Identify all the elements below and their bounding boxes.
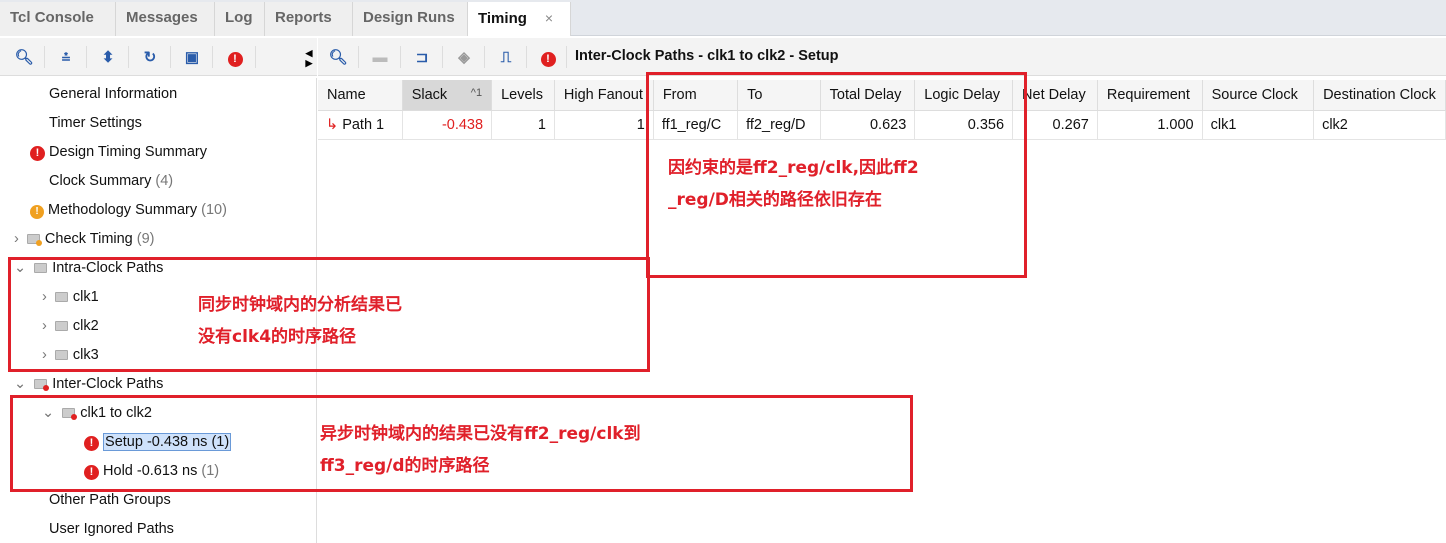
chevron-down-icon[interactable]: ⌄ [14, 376, 26, 392]
label: Inter-Clock Paths [52, 376, 164, 392]
tab-tcl-console[interactable]: Tcl Console [0, 2, 116, 36]
minus-icon[interactable]: ▬ [370, 48, 390, 68]
view-title: Inter-Clock Paths - clk1 to clk2 - Setup [575, 48, 839, 64]
label: Design Timing Summary [49, 144, 207, 160]
cell-name: ↳ Path 1 [318, 110, 403, 140]
tree-check-timing[interactable]: › Check Timing (9) [14, 227, 155, 251]
tree-design-timing-summary[interactable]: ! Design Timing Summary [30, 140, 207, 164]
tree-general-information[interactable]: General Information [49, 82, 177, 106]
tree-methodology-summary[interactable]: ! Methodology Summary (10) [30, 198, 227, 222]
count: (4) [155, 173, 174, 189]
diamond-icon[interactable]: ◈ [454, 48, 474, 68]
label: Path 1 [342, 116, 385, 133]
label: Methodology Summary [48, 202, 198, 218]
splitter-arrows-icon[interactable]: ◀ ▶ [303, 48, 315, 68]
tab-timing[interactable]: Timing × [468, 2, 571, 36]
path-arrow-icon: ↳ [326, 116, 339, 133]
annotation-text-2: 同步时钟域内的分析结果已 没有clk4的时序路径 [198, 295, 402, 347]
refresh-icon[interactable]: ↻ [140, 48, 160, 68]
col-name[interactable]: Name [318, 80, 403, 111]
error-icon[interactable]: ! [225, 48, 245, 68]
close-icon[interactable]: × [545, 10, 553, 26]
cell-slack: -0.438 [402, 110, 493, 140]
error-icon: ! [30, 146, 45, 161]
col-requirement[interactable]: Requirement [1097, 80, 1203, 111]
expand-all-icon[interactable]: ⬍ [98, 48, 118, 68]
col-destination-clock[interactable]: Destination Clock [1313, 80, 1446, 111]
annotation-text-1: 因约束的是ff2_reg/clk,因此ff2 _reg/D相关的路径依旧存在 [668, 158, 919, 210]
count: (10) [201, 202, 227, 218]
warning-icon: ! [30, 205, 44, 219]
tab-log[interactable]: Log [215, 2, 265, 36]
error-icon[interactable]: ! [538, 48, 558, 68]
col-source-clock[interactable]: Source Clock [1202, 80, 1315, 111]
label: Check Timing [44, 231, 133, 247]
col-levels[interactable]: Levels [491, 80, 555, 111]
tree-toolbar: 🔍︎ ⩮ ⬍ ↻ ▣ ! ◀ ▶ [0, 38, 317, 76]
cell-levels: 1 [491, 110, 555, 140]
tab-bar: Tcl Console Messages Log Reports Design … [0, 0, 1446, 36]
col-high-fanout[interactable]: High Fanout [554, 80, 654, 111]
cell-destination-clock: clk2 [1313, 110, 1446, 140]
search-icon[interactable]: 🔍︎ [14, 48, 34, 68]
cell-source-clock: clk1 [1202, 110, 1315, 140]
annotation-text-3: 异步时钟域内的结果已没有ff2_reg/clk到 ff3_reg/d的时序路径 [320, 424, 641, 476]
tab-design-runs[interactable]: Design Runs [353, 2, 468, 36]
label: Slack [411, 86, 448, 103]
sort-ascending-icon: ^1 [470, 86, 483, 99]
tab-reports[interactable]: Reports [265, 2, 353, 36]
folder-error-icon [34, 379, 50, 391]
tree-user-ignored-paths[interactable]: User Ignored Paths [49, 517, 174, 541]
save-icon[interactable]: ▣ [182, 48, 202, 68]
cell-high-fanout: 1 [554, 110, 654, 140]
tree-inter-clock-paths[interactable]: ⌄ Inter-Clock Paths [14, 372, 163, 396]
waveform-icon[interactable]: ⎍ [496, 48, 516, 68]
folder-icon [26, 234, 42, 246]
cell-requirement: 1.000 [1097, 110, 1203, 140]
tab-label: Timing [478, 10, 527, 27]
chevron-right-icon[interactable]: › [14, 231, 19, 247]
tree-clock-summary[interactable]: Clock Summary (4) [49, 169, 173, 193]
count: (9) [136, 231, 155, 247]
table-toolbar: 🔍︎ ▬ ⊐ ◈ ⎍ ! [318, 38, 1446, 76]
schematic-icon[interactable]: ⊐ [412, 48, 432, 68]
tab-messages[interactable]: Messages [116, 2, 215, 36]
tree-timer-settings[interactable]: Timer Settings [49, 111, 142, 135]
search-icon[interactable]: 🔍︎ [328, 48, 348, 68]
collapse-all-icon[interactable]: ⩮ [56, 48, 76, 68]
col-slack[interactable]: Slack ^1 [402, 80, 493, 111]
label: Clock Summary [49, 173, 152, 189]
